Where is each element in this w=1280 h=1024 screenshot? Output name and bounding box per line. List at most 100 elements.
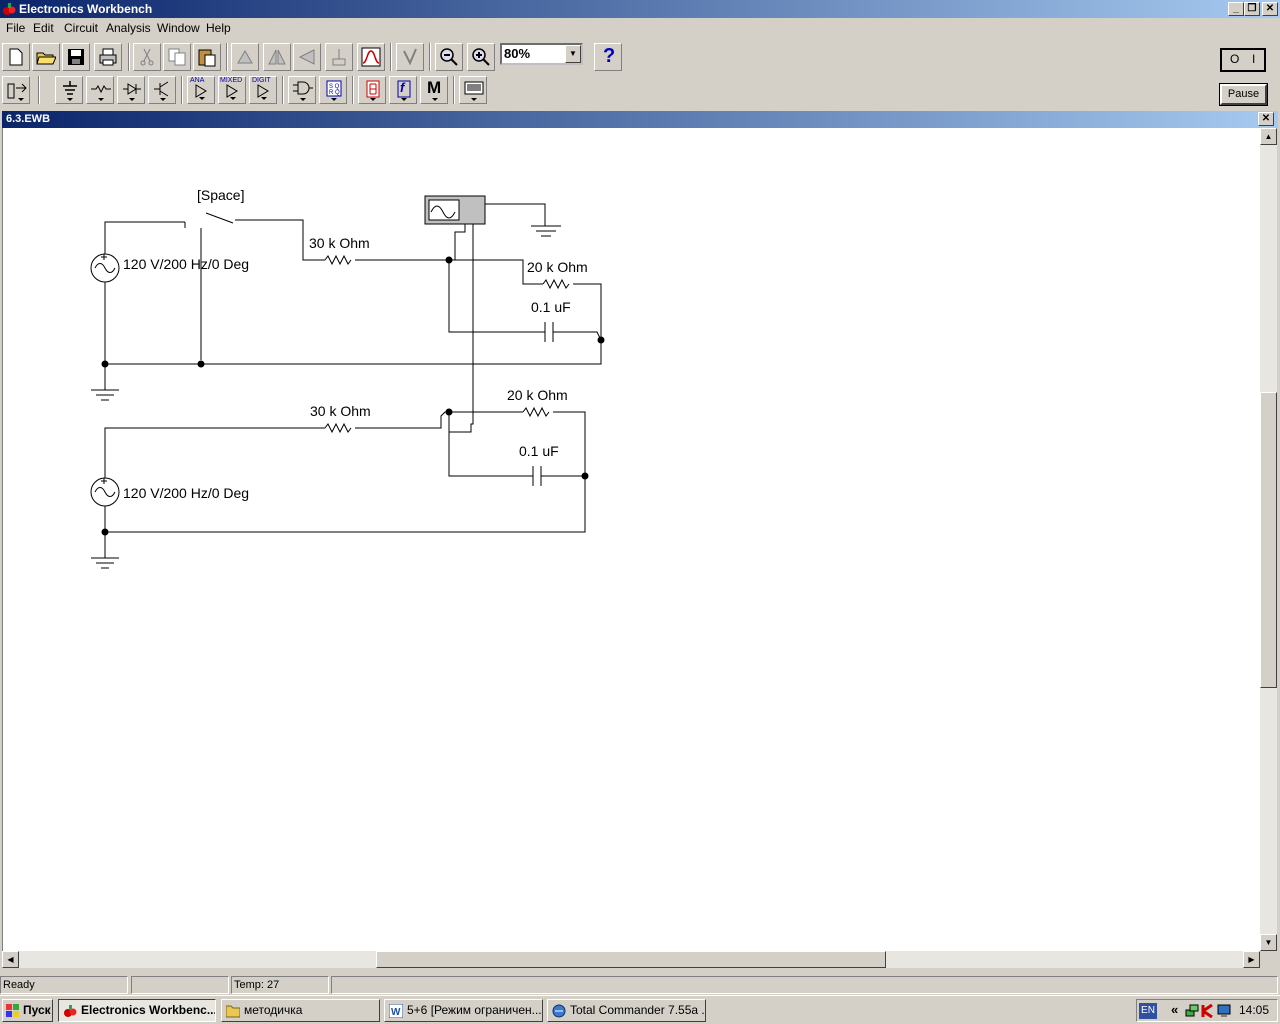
save-disk-icon — [68, 49, 84, 65]
new-file-icon — [9, 48, 23, 66]
mixed-ics-bin-button[interactable]: MIXED — [218, 76, 246, 104]
scroll-left-button[interactable]: ◀ — [2, 951, 19, 968]
task-word-document[interactable]: W 5+6 [Режим ограничен... — [384, 999, 543, 1022]
scroll-up-button[interactable]: ▲ — [1260, 128, 1277, 145]
circuit-canvas[interactable]: [Space] 120 V/200 Hz/0 Deg 30 k Ohm 20 k… — [2, 128, 1260, 951]
zoom-in-button[interactable] — [467, 43, 495, 71]
resistor-20k-bottom[interactable] — [522, 406, 550, 418]
favorites-bin-icon — [7, 83, 27, 101]
resistor-30k-top[interactable] — [324, 254, 352, 266]
task-total-commander[interactable]: Total Commander 7.55a ... — [547, 999, 706, 1022]
miscellaneous-bin-button[interactable]: M — [420, 76, 448, 104]
word-icon: W — [389, 1004, 403, 1018]
kaspersky-icon[interactable] — [1201, 1004, 1215, 1018]
status-info — [331, 976, 1278, 994]
minimize-button[interactable]: _ — [1228, 2, 1244, 16]
transistors-bin-button[interactable] — [148, 76, 176, 104]
paste-button[interactable] — [193, 43, 221, 71]
menu-edit[interactable]: Edit — [33, 21, 54, 35]
scroll-right-button[interactable]: ▶ — [1243, 951, 1260, 968]
component-properties-button[interactable] — [396, 43, 424, 71]
zoom-level-select[interactable]: 80% ▼ — [500, 43, 583, 65]
mixed-ic-icon — [226, 84, 238, 100]
circuit-schematic: [Space] 120 V/200 Hz/0 Deg 30 k Ohm 20 k… — [90, 187, 605, 569]
analog-ics-bin-button[interactable]: ANA — [187, 76, 215, 104]
horizontal-scrollbar[interactable]: ◀ ▶ — [2, 951, 1260, 968]
resistor-20k-top-label: 20 k Ohm — [527, 259, 588, 275]
power-switch[interactable]: O I — [1220, 48, 1266, 72]
logic-gate-icon — [293, 81, 313, 101]
vertical-scrollbar[interactable]: ▲ ▼ — [1260, 128, 1277, 951]
document-close-button[interactable]: ✕ — [1258, 112, 1274, 126]
printer-icon — [99, 48, 117, 66]
task-label: методичка — [244, 1003, 303, 1017]
resistor-20k-top[interactable] — [542, 278, 570, 290]
total-commander-icon — [552, 1004, 566, 1018]
toolbar-separator — [38, 76, 40, 104]
wire — [184, 222, 202, 360]
scroll-down-button[interactable]: ▼ — [1260, 934, 1277, 951]
horizontal-scroll-thumb[interactable] — [376, 951, 886, 968]
network-icon[interactable] — [1185, 1004, 1199, 1018]
close-button[interactable]: ✕ — [1262, 2, 1278, 16]
diodes-bin-button[interactable] — [117, 76, 145, 104]
flip-vertical-button[interactable] — [293, 43, 321, 71]
rotate-button[interactable] — [231, 43, 259, 71]
task-label: 5+6 [Режим ограничен... — [407, 1003, 542, 1017]
new-button[interactable] — [2, 43, 30, 71]
help-button[interactable]: ? — [594, 43, 622, 71]
restore-button[interactable]: ❐ — [1244, 2, 1260, 16]
save-button[interactable] — [62, 43, 90, 71]
indicators-bin-button[interactable] — [358, 76, 386, 104]
zoom-out-icon — [440, 48, 458, 66]
menu-circuit[interactable]: Circuit — [64, 21, 98, 35]
instruments-bin-button[interactable] — [459, 76, 487, 104]
sources-bin-button[interactable] — [55, 76, 83, 104]
app-title-bar: Electronics Workbench — [0, 0, 1280, 18]
copy-icon — [168, 48, 186, 66]
favorites-bin-button[interactable] — [2, 76, 30, 104]
status-ready: Ready — [0, 976, 128, 994]
capacitor-bottom-label: 0.1 uF — [519, 443, 559, 459]
flip-flop-icon: S QR Q — [326, 80, 342, 101]
resistor-20k-bottom-label: 20 k Ohm — [507, 387, 568, 403]
document-title: 6.3.EWB — [6, 113, 51, 125]
language-indicator[interactable]: EN — [1139, 1003, 1157, 1019]
menu-analysis[interactable]: Analysis — [106, 21, 151, 35]
digital-bin-button[interactable]: S QR Q — [319, 76, 347, 104]
menu-file[interactable]: File — [6, 21, 25, 35]
start-button[interactable]: Пуск — [2, 999, 53, 1022]
task-label: Electronics Workbenc... — [81, 1003, 216, 1017]
capacitor-bottom[interactable] — [448, 412, 585, 486]
resistor-30k-top-label: 30 k Ohm — [309, 235, 370, 251]
start-label: Пуск — [23, 1003, 51, 1017]
resistor-30k-bottom[interactable] — [324, 422, 352, 434]
clock: 14:05 — [1239, 1003, 1270, 1017]
source-bottom-label: 120 V/200 Hz/0 Deg — [123, 485, 249, 501]
pause-button[interactable]: Pause — [1219, 83, 1268, 106]
logic-gates-bin-button[interactable] — [288, 76, 316, 104]
monitor-icon[interactable] — [1217, 1004, 1231, 1018]
task-electronics-workbench[interactable]: Electronics Workbenc... — [58, 999, 216, 1022]
status-temperature: Temp: 27 — [231, 976, 329, 994]
chevron-down-icon[interactable]: ▼ — [565, 45, 581, 63]
switch-blade[interactable] — [205, 212, 234, 224]
flip-horizontal-button[interactable] — [263, 43, 291, 71]
basic-bin-button[interactable] — [86, 76, 114, 104]
digital-ics-bin-button[interactable]: DIGIT — [249, 76, 277, 104]
tray-expand-button[interactable]: « — [1171, 1002, 1178, 1017]
cut-button[interactable] — [133, 43, 161, 71]
open-button[interactable] — [32, 43, 60, 71]
copy-button[interactable] — [163, 43, 191, 71]
toolbar-separator — [282, 76, 284, 104]
menu-help[interactable]: Help — [206, 21, 231, 35]
controls-bin-button[interactable]: f — [389, 76, 417, 104]
subcircuit-button[interactable] — [325, 43, 353, 71]
task-metodichka[interactable]: методичка — [221, 999, 380, 1022]
print-button[interactable] — [94, 43, 122, 71]
vertical-scroll-thumb[interactable] — [1260, 392, 1277, 688]
zoom-out-button[interactable] — [435, 43, 463, 71]
graph-button[interactable] — [357, 43, 385, 71]
scissors-icon — [140, 48, 154, 66]
menu-window[interactable]: Window — [157, 21, 200, 35]
